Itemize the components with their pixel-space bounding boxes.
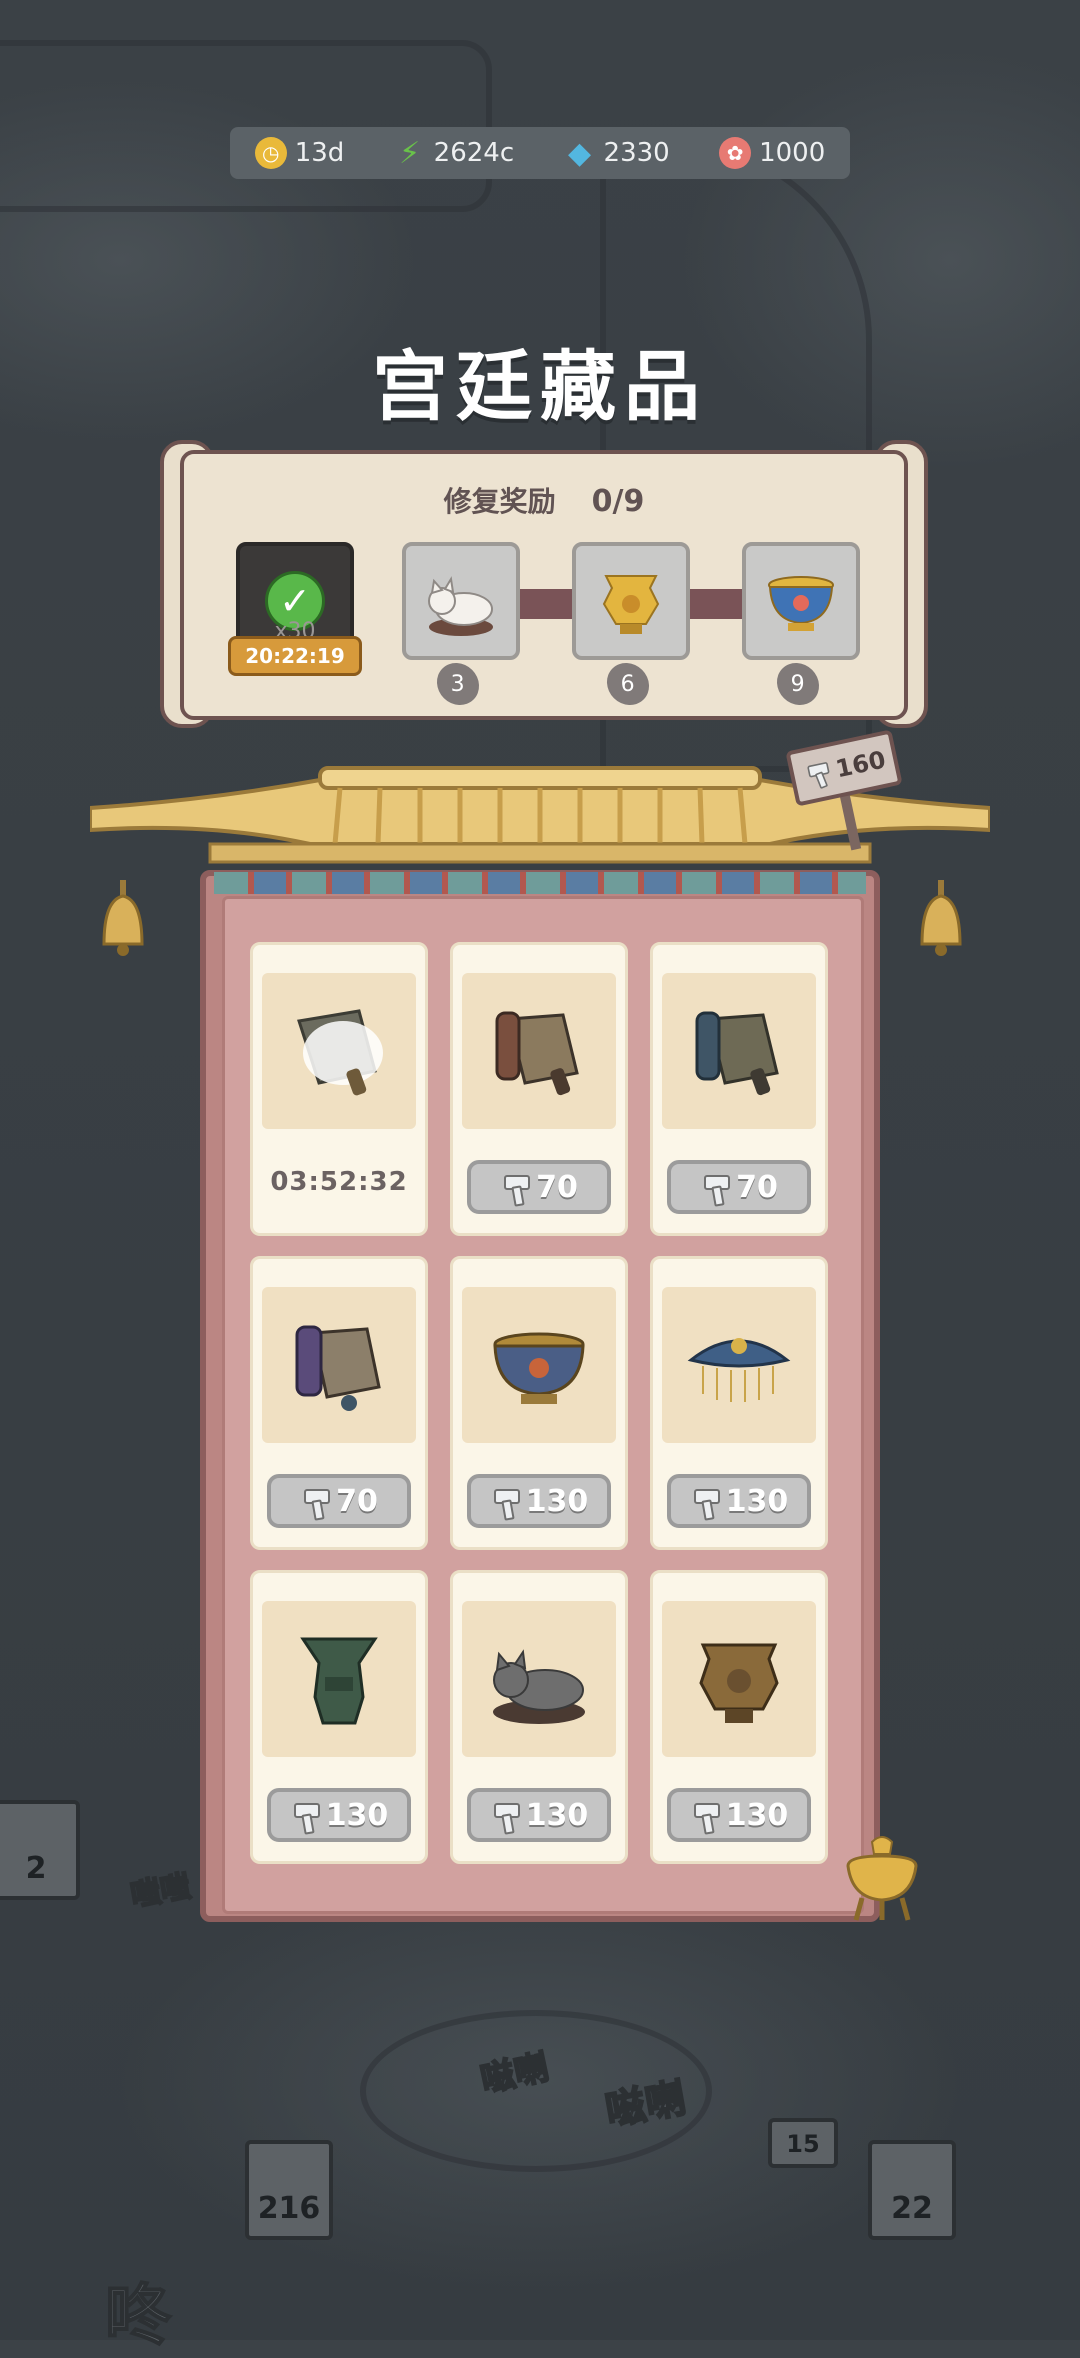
cost-value: 130 <box>725 1483 789 1519</box>
reward-milestone-1-badge: 3 <box>428 654 488 714</box>
scroll-icon <box>295 1325 381 1411</box>
beaded-hat-icon <box>687 1338 791 1402</box>
item-art <box>262 973 416 1129</box>
reward-header: 修复奖励 0/9 <box>184 480 904 520</box>
gold-clock-icon: ◷ <box>254 137 287 169</box>
item-art <box>662 973 816 1129</box>
hammer-icon <box>690 1486 720 1516</box>
repair-cost-button[interactable]: 130 <box>267 1788 411 1842</box>
resource-gold[interactable]: ◷ 13d <box>254 137 345 169</box>
item-countdown: 03:52:32 <box>270 1167 408 1197</box>
cost-value: 70 <box>536 1169 578 1205</box>
lightning-energy-icon: ⚡ <box>399 135 421 171</box>
reward-scroll: 修复奖励 0/9 ✓ x30 20:22:19 3 6 9 <box>180 450 908 720</box>
scroll-icon <box>297 1009 383 1096</box>
cost-value: 130 <box>525 1483 589 1519</box>
item-card-3[interactable]: 70 <box>650 942 828 1236</box>
background-wall <box>0 40 492 212</box>
cost-value: 130 <box>525 1797 589 1833</box>
reward-milestone-3-badge: 9 <box>768 654 828 714</box>
cost-value: 70 <box>736 1169 778 1205</box>
hammer-icon <box>300 1486 331 1516</box>
item-card-8[interactable]: 130 <box>450 1570 628 1864</box>
hammer-icon <box>490 1800 520 1830</box>
bell-left-icon <box>102 880 144 956</box>
repair-cost-button[interactable]: 130 <box>467 1788 611 1842</box>
item-card-7[interactable]: 130 <box>250 1570 428 1864</box>
golden-censer-icon <box>846 1836 918 1921</box>
cost-value: 130 <box>725 1797 789 1833</box>
item-art <box>462 973 616 1129</box>
item-art <box>462 1601 616 1757</box>
item-card-5[interactable]: 130 <box>450 1256 628 1550</box>
resource-shell-value: 1000 <box>759 138 826 168</box>
item-card-9[interactable]: 130 <box>650 1570 828 1864</box>
item-card-6[interactable]: 130 <box>650 1256 828 1550</box>
hammer-icon <box>700 1172 731 1202</box>
repair-cost-button[interactable]: 70 <box>467 1160 611 1214</box>
scroll-icon <box>695 1011 779 1096</box>
page-title: 宫廷藏品 <box>372 342 708 431</box>
diamond-icon: ◆ <box>567 135 592 171</box>
reward-progress: 0/9 <box>591 484 645 519</box>
reward-milestone-2-badge: 6 <box>598 654 658 714</box>
hammer-icon <box>803 759 831 787</box>
resource-energy[interactable]: ⚡ 2624c <box>394 135 515 171</box>
scroll-icon <box>495 1011 579 1096</box>
golden-vase-icon <box>602 575 660 634</box>
repair-cost-button[interactable]: 70 <box>667 1160 811 1214</box>
item-art <box>462 1287 616 1443</box>
bell-right-icon <box>920 880 962 956</box>
background-sign-bottom-left: 216 <box>245 2140 333 2240</box>
resource-diamond-value: 2330 <box>603 138 670 168</box>
cost-value: 70 <box>336 1483 378 1519</box>
resource-gold-value: 13d <box>294 138 345 168</box>
cost-value: 130 <box>325 1797 389 1833</box>
repair-cost-button[interactable]: 70 <box>267 1474 411 1528</box>
resource-shell[interactable]: ✿ 1000 <box>719 137 825 169</box>
background-sign-left: 2 <box>0 1800 80 1900</box>
sleeping-cat-figurine-icon <box>493 1649 585 1724</box>
hammer-icon <box>290 1800 320 1830</box>
resource-diamond[interactable]: ◆ 2330 <box>564 135 670 171</box>
reward-milestone-1[interactable] <box>402 542 520 660</box>
reward-first-timer: 20:22:19 <box>228 636 362 676</box>
shell-icon: ✿ <box>719 137 752 169</box>
background-tag: 15 <box>768 2118 838 2168</box>
cloisonne-bowl-icon <box>493 1332 585 1404</box>
repair-cost-button[interactable]: 130 <box>467 1474 611 1528</box>
repair-cost-button[interactable]: 130 <box>667 1788 811 1842</box>
reward-milestone-3[interactable] <box>742 542 860 660</box>
hammer-icon <box>690 1800 720 1830</box>
resource-energy-value: 2624c <box>433 138 515 168</box>
cloisonne-bowl-icon <box>768 576 834 631</box>
resource-bar: ◷ 13d ⚡ 2624c ◆ 2330 ✿ 1000 <box>230 127 850 179</box>
hammer-icon <box>490 1486 520 1516</box>
reward-label: 修复奖励 <box>443 485 556 518</box>
item-art <box>662 1287 816 1443</box>
item-card-2[interactable]: 70 <box>450 942 628 1236</box>
bronze-urn-icon <box>699 1643 779 1723</box>
cabinet-trim <box>214 872 866 894</box>
reward-milestone-2[interactable] <box>572 542 690 660</box>
item-art <box>262 1601 416 1757</box>
item-card-1[interactable]: 03:52:32 <box>250 942 428 1236</box>
hammer-icon <box>500 1172 531 1202</box>
background-sign-bottom-right: 22 <box>868 2140 956 2240</box>
repair-cost-button[interactable]: 130 <box>667 1474 811 1528</box>
item-card-4[interactable]: 70 <box>250 1256 428 1550</box>
item-art <box>262 1287 416 1443</box>
sfx-bottom: 咚 <box>104 2276 172 2355</box>
hammer-count-value: 160 <box>833 745 889 784</box>
sleeping-cat-figurine-icon <box>428 576 493 636</box>
bronze-vessel-icon <box>300 1637 378 1725</box>
item-art <box>662 1601 816 1757</box>
